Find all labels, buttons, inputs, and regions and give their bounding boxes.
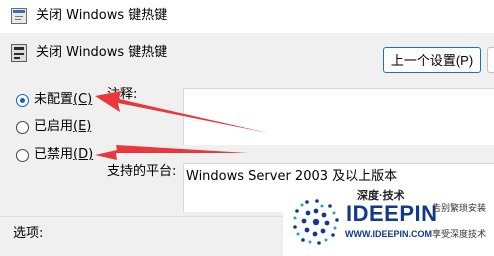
arrow-to-not-configured — [95, 91, 268, 133]
annotation-arrows — [95, 91, 268, 160]
arrow-to-disabled — [95, 145, 248, 160]
